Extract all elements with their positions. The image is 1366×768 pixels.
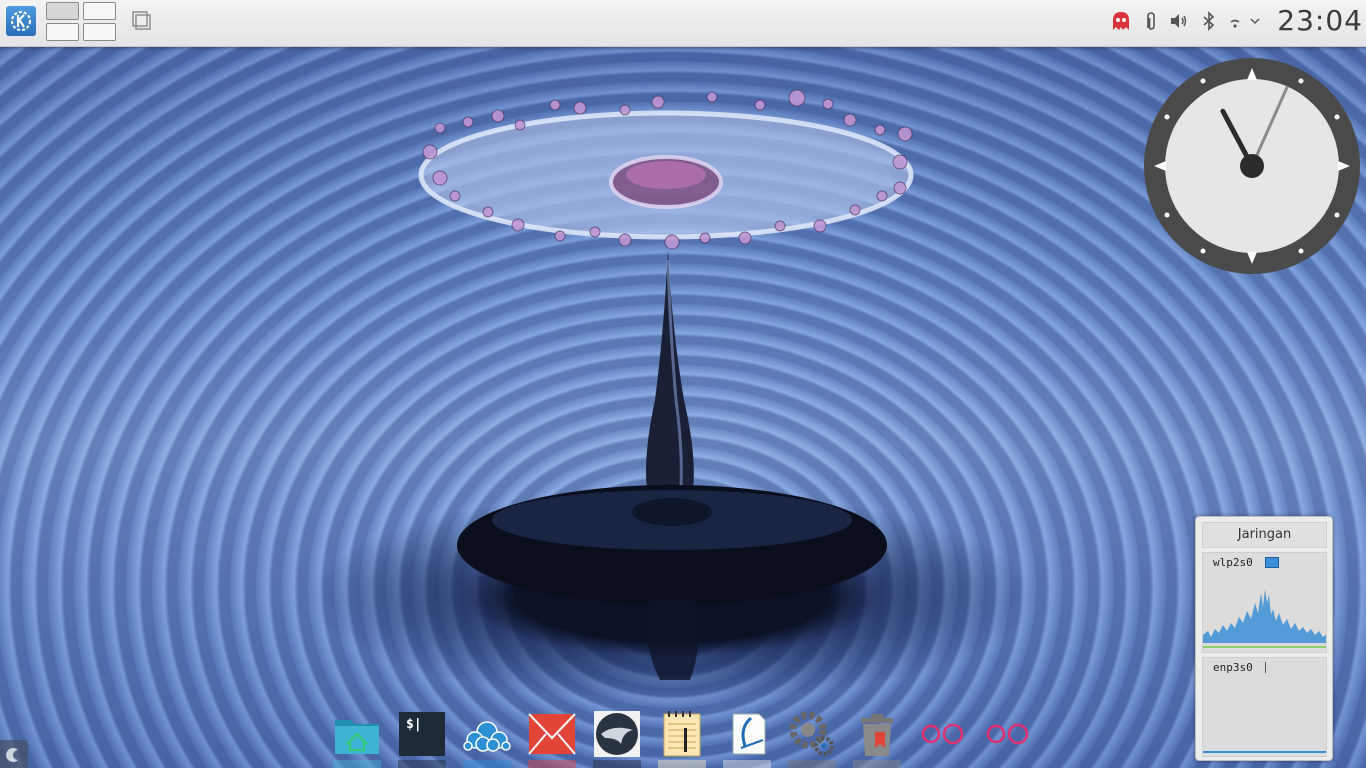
dock-reflection — [593, 760, 641, 768]
terminal-icon[interactable]: $| — [396, 708, 448, 760]
traffic-graph — [1203, 589, 1326, 648]
dock-reflection — [658, 760, 706, 768]
network-monitor-widget[interactable]: Jaringan wlp2s0 enp3s0 — [1195, 516, 1333, 761]
traffic-indicator — [1265, 557, 1279, 568]
dock-reflection — [398, 760, 446, 768]
desktop-toolbox-icon[interactable] — [0, 740, 28, 768]
trash-icon[interactable] — [851, 708, 903, 760]
cloud-sync-icon[interactable] — [461, 708, 513, 760]
settings-gear-icon[interactable] — [786, 708, 838, 760]
pager-desktop-3[interactable] — [46, 23, 79, 41]
system-tray: 23:04 — [1106, 0, 1366, 46]
dock-reflection — [723, 760, 771, 768]
notes-icon[interactable] — [656, 708, 708, 760]
pager-desktop-2[interactable] — [83, 2, 116, 20]
flickr-dots-icon[interactable] — [981, 708, 1033, 760]
terminal-prompt: $| — [406, 717, 422, 732]
application-dock: $| — [326, 704, 1040, 768]
top-panel: 23:04 — [0, 0, 1366, 47]
flickr-dots-icon[interactable] — [916, 708, 968, 760]
dock-reflection — [463, 760, 511, 768]
pager-desktop-1[interactable] — [46, 2, 79, 20]
file-manager-icon[interactable] — [331, 708, 383, 760]
virtual-desktop-pager — [46, 2, 116, 42]
bluetooth-icon[interactable] — [1198, 10, 1220, 32]
traffic-graph — [1203, 751, 1326, 753]
interface-panel-wlp2s0: wlp2s0 — [1202, 552, 1327, 653]
network-widget-title: Jaringan — [1202, 522, 1327, 548]
expand-tray-icon[interactable] — [1248, 10, 1262, 32]
kde-launcher-icon[interactable] — [6, 6, 36, 36]
interface-name: wlp2s0 — [1213, 556, 1253, 569]
panel-clock[interactable]: 23:04 — [1277, 4, 1363, 37]
traffic-indicator — [1265, 662, 1266, 673]
interface-panel-enp3s0: enp3s0 — [1202, 657, 1327, 757]
interface-name: enp3s0 — [1213, 661, 1253, 674]
dock-reflection — [333, 760, 381, 768]
ghost-app-icon[interactable] — [1110, 10, 1132, 32]
dolphin-logo-icon[interactable] — [591, 708, 643, 760]
paperclip-icon[interactable] — [1140, 10, 1162, 32]
pager-desktop-4[interactable] — [83, 23, 116, 41]
dock-reflection — [528, 760, 576, 768]
volume-icon[interactable] — [1168, 10, 1190, 32]
analog-clock-widget[interactable] — [1142, 56, 1362, 276]
mail-icon[interactable] — [526, 708, 578, 760]
wifi-icon[interactable] — [1224, 10, 1246, 32]
dock-reflection — [788, 760, 836, 768]
dock-reflection — [853, 760, 901, 768]
office-writer-icon[interactable] — [721, 708, 773, 760]
show-desktop-icon[interactable] — [132, 11, 152, 31]
